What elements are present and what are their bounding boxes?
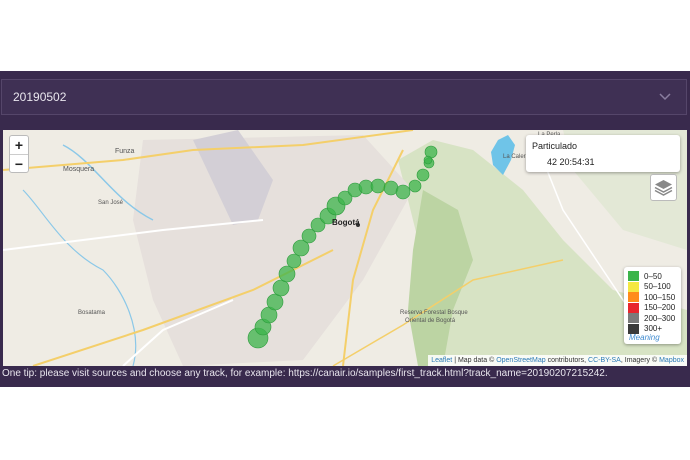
attribution-text: contributors, (545, 357, 589, 364)
tip-text: One tip: please visit sources and choose… (2, 368, 608, 379)
mapbox-link[interactable]: Mapbox (659, 357, 684, 364)
osm-link[interactable]: OpenStreetMap (496, 357, 545, 364)
date-select-value: 20190502 (13, 90, 67, 104)
layers-button[interactable] (650, 174, 677, 201)
zoom-in-button[interactable]: + (10, 136, 28, 154)
legend-swatch (628, 281, 639, 292)
legend-meaning-link[interactable]: Meaning (629, 333, 660, 342)
legend-item: 50–100 (628, 281, 671, 292)
legend-swatch (628, 323, 639, 334)
legend-swatch (628, 313, 639, 323)
popup-title: Particulado (532, 141, 578, 151)
measurement-popup: Particulado 42 20:54:31 (526, 135, 680, 172)
ccbysa-link[interactable]: CC-BY-SA (588, 357, 621, 364)
legend-label: 50–100 (644, 282, 671, 291)
legend-swatch (628, 302, 639, 313)
legend-swatch (628, 292, 639, 302)
legend-label: 200–300 (644, 313, 676, 323)
popup-value: 42 20:54:31 (547, 157, 595, 167)
map-attribution: Leaflet | Map data © OpenStreetMap contr… (428, 355, 687, 366)
legend-swatch (628, 271, 639, 281)
legend-item: 0–50 (628, 271, 662, 281)
legend-label: 0–50 (644, 271, 662, 281)
place-label-reserve-2: Oriental de Bogotá (405, 318, 456, 324)
zoom-out-button[interactable]: − (10, 154, 28, 173)
place-label-sanjose: San José (98, 200, 124, 206)
legend-label: 300+ (644, 324, 663, 333)
place-label-funza: Funza (115, 148, 135, 155)
legend-item: 200–300 (628, 313, 675, 323)
legend-label: 150–200 (644, 303, 676, 312)
legend-item: 150–200 (628, 302, 676, 313)
leaflet-link[interactable]: Leaflet (431, 357, 452, 364)
date-select[interactable]: 20190502 (1, 79, 687, 115)
attribution-text: | Map data © (452, 357, 497, 364)
aqi-legend: 0–50 50–100 100–150 150–200 200–300 300+… (624, 267, 681, 344)
chevron-down-icon (659, 93, 671, 101)
place-label-bosatama: Bosatama (78, 310, 106, 316)
zoom-control: + − (9, 135, 29, 173)
place-label-mosquera: Mosquera (63, 166, 95, 173)
place-label-city: Bogotá (332, 218, 360, 227)
legend-item: 100–150 (628, 292, 675, 302)
map-view[interactable]: Funza Mosquera San José Bosatama Bogotá … (3, 130, 687, 366)
legend-item: 300+ (628, 323, 663, 334)
legend-label: 100–150 (644, 292, 676, 302)
attribution-text: , Imagery © (620, 357, 660, 364)
layers-icon (654, 180, 673, 196)
place-label-reserve-1: Reserva Forestal Bosque (400, 310, 468, 316)
